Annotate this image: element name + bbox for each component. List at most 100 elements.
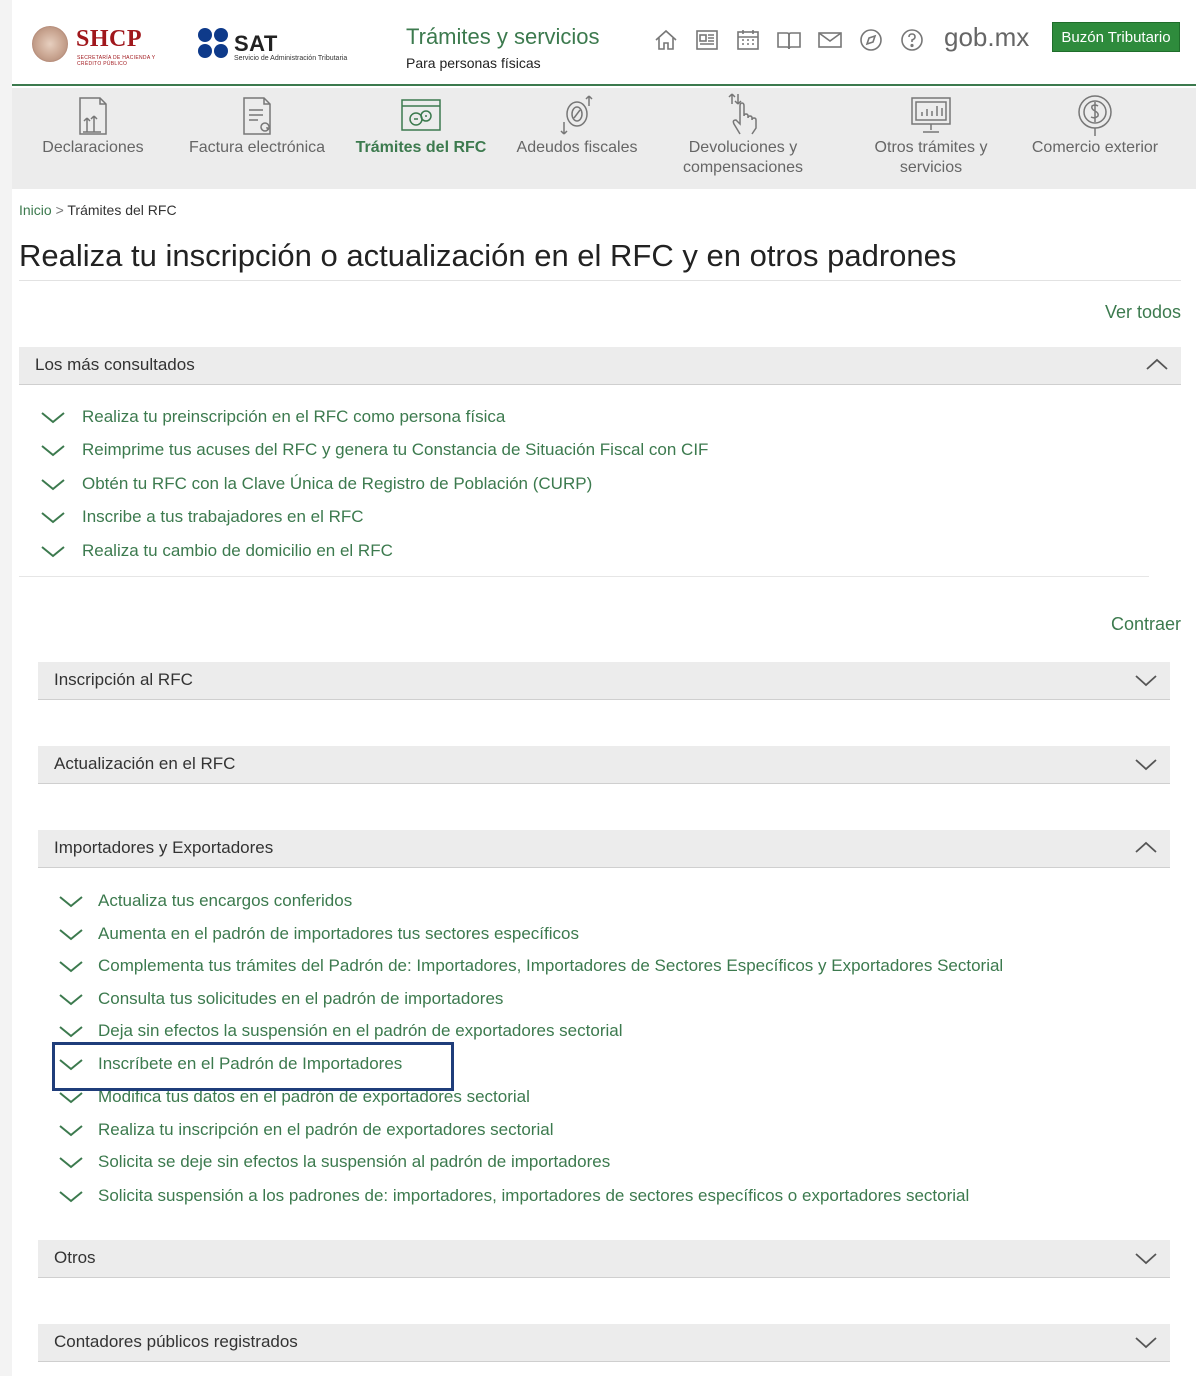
shcp-logo[interactable]: SHCP SECRETARÍA DE HACIENDA Y CRÉDITO PÚ… [32, 22, 182, 70]
comercio-exterior-icon [1072, 92, 1118, 138]
breadcrumb-current: Trámites del RFC [67, 202, 177, 218]
nav-label: Otros trámites y servicios [874, 139, 988, 176]
list-item-label[interactable]: Realiza tu cambio de domicilio en el RFC [82, 541, 393, 561]
section-title: Otros [54, 1248, 96, 1267]
section-title: Importadores y Exportadores [54, 838, 274, 857]
section-actualizacion-rfc[interactable]: Actualización en el RFC [38, 746, 1170, 784]
list-item-label[interactable]: Reimprime tus acuses del RFC y genera tu… [82, 440, 708, 460]
chevron-down-icon[interactable] [1134, 1332, 1158, 1352]
chevron-down-icon [58, 1023, 84, 1041]
devoluciones-icon [720, 92, 766, 138]
mas-consultados-list: Realiza tu preinscripción en el RFC como… [40, 406, 1140, 566]
sat-name: SAT [234, 31, 278, 56]
nav-item-adeudos[interactable]: Adeudos fiscales [502, 88, 652, 189]
help-icon[interactable] [898, 26, 926, 54]
chevron-down-icon [40, 543, 66, 561]
page: SHCP SECRETARÍA DE HACIENDA Y CRÉDITO PÚ… [12, 0, 1196, 1376]
chevron-down-icon[interactable] [1134, 670, 1158, 690]
chevron-down-icon [40, 476, 66, 494]
breadcrumb: Inicio > Trámites del RFC [19, 202, 177, 218]
shcp-subtitle: SECRETARÍA DE HACIENDA Y CRÉDITO PÚBLICO [77, 55, 156, 67]
left-gutter [0, 0, 12, 1376]
chevron-down-icon [40, 409, 66, 427]
chevron-down-icon [58, 958, 84, 976]
chevron-up-icon[interactable] [1145, 355, 1169, 375]
section-title: Actualización en el RFC [54, 754, 236, 773]
compass-icon[interactable] [857, 26, 885, 54]
chevron-down-icon [58, 1154, 84, 1172]
list-item-label[interactable]: Consulta tus solicitudes en el padrón de… [98, 989, 503, 1009]
site-header: SHCP SECRETARÍA DE HACIENDA Y CRÉDITO PÚ… [12, 0, 1196, 86]
shcp-name: SHCP [76, 26, 143, 52]
sat-logo[interactable]: SAT Servicio de Administración Tributari… [198, 26, 378, 66]
nav-label: Comercio exterior [1031, 139, 1159, 156]
list-item-label[interactable]: Inscribe a tus trabajadores en el RFC [82, 507, 364, 527]
adeudos-icon [554, 92, 600, 138]
section-inscripcion-rfc[interactable]: Inscripción al RFC [38, 662, 1170, 700]
sat-dots-icon [198, 28, 230, 60]
chevron-down-icon [40, 442, 66, 460]
highlight-box [52, 1042, 454, 1091]
section-divider [19, 576, 1149, 577]
section-importadores-exportadores[interactable]: Importadores y Exportadores [38, 830, 1170, 868]
section-title: Contadores públicos registrados [54, 1332, 298, 1351]
main-nav: Declaraciones Factura electrónica Trámit… [12, 88, 1196, 189]
mas-consultados-header[interactable]: Los más consultados [19, 347, 1181, 385]
nav-item-devoluciones[interactable]: Devoluciones y compensaciones [668, 88, 818, 189]
nav-item-tramites-rfc[interactable]: Trámites del RFC [346, 88, 496, 189]
section-title: Inscripción al RFC [54, 670, 193, 689]
otros-tramites-icon [908, 92, 954, 138]
header-subtitle: Para personas físicas [406, 55, 541, 71]
nav-label: Declaraciones [42, 139, 144, 156]
chevron-down-icon [58, 1188, 84, 1206]
mail-icon[interactable] [816, 26, 844, 54]
chevron-down-icon [40, 509, 66, 527]
nav-label: Trámites del RFC [355, 139, 487, 156]
page-title: Realiza tu inscripción o actualización e… [19, 238, 957, 273]
home-icon[interactable] [652, 26, 680, 54]
chevron-up-icon[interactable] [1134, 838, 1158, 858]
chevron-down-icon [58, 991, 84, 1009]
list-item-label[interactable]: Solicita suspensión a los padrones de: i… [98, 1186, 969, 1206]
rfc-icon [398, 92, 444, 138]
header-title[interactable]: Trámites y servicios [406, 24, 600, 50]
section-otros[interactable]: Otros [38, 1240, 1170, 1278]
breadcrumb-home-link[interactable]: Inicio [19, 202, 52, 218]
mexico-seal-icon [32, 26, 68, 62]
nav-item-otros-tramites[interactable]: Otros trámites y servicios [856, 88, 1006, 189]
list-item-label[interactable]: Complementa tus trámites del Padrón de: … [98, 956, 1003, 976]
nav-item-declaraciones[interactable]: Declaraciones [18, 88, 168, 189]
section-contadores-publicos[interactable]: Contadores públicos registrados [38, 1324, 1170, 1362]
list-item-label[interactable]: Solicita se deje sin efectos la suspensi… [98, 1152, 610, 1172]
nav-item-comercio-exterior[interactable]: Comercio exterior [1020, 88, 1170, 189]
chevron-down-icon[interactable] [1134, 1248, 1158, 1268]
list-item-label[interactable]: Aumenta en el padrón de importadores tus… [98, 924, 579, 944]
nav-label: Factura electrónica [188, 139, 326, 156]
list-item-label[interactable]: Obtén tu RFC con la Clave Única de Regis… [82, 474, 592, 494]
chevron-down-icon [58, 926, 84, 944]
list-item-label[interactable]: Realiza tu preinscripción en el RFC como… [82, 407, 505, 427]
news-icon[interactable] [693, 26, 721, 54]
declaraciones-icon [70, 92, 116, 138]
gob-mx-link[interactable]: gob.mx [944, 22, 1029, 53]
calendar-icon[interactable] [734, 26, 762, 54]
chevron-down-icon[interactable] [1134, 754, 1158, 774]
nav-label: Adeudos fiscales [516, 139, 638, 156]
book-icon[interactable] [775, 26, 803, 54]
buzon-tributario-button[interactable]: Buzón Tributario [1052, 22, 1180, 52]
breadcrumb-separator: > [51, 202, 68, 218]
ver-todos-link[interactable]: Ver todos [1105, 302, 1181, 323]
contraer-link[interactable]: Contraer [1111, 614, 1181, 635]
list-item-label[interactable]: Actualiza tus encargos conferidos [98, 891, 352, 911]
nav-item-factura[interactable]: Factura electrónica [182, 88, 332, 189]
title-divider [19, 280, 1181, 281]
factura-icon [234, 92, 280, 138]
panel-title: Los más consultados [35, 355, 195, 374]
chevron-down-icon [58, 1089, 84, 1107]
list-item-label[interactable]: Realiza tu inscripción en el padrón de e… [98, 1120, 553, 1140]
nav-label: Devoluciones y compensaciones [682, 139, 804, 176]
chevron-down-icon [58, 1122, 84, 1140]
chevron-down-icon [58, 893, 84, 911]
list-item-label[interactable]: Deja sin efectos la suspensión en el pad… [98, 1021, 623, 1041]
sat-subtitle: Servicio de Administración Tributaria [234, 55, 348, 62]
